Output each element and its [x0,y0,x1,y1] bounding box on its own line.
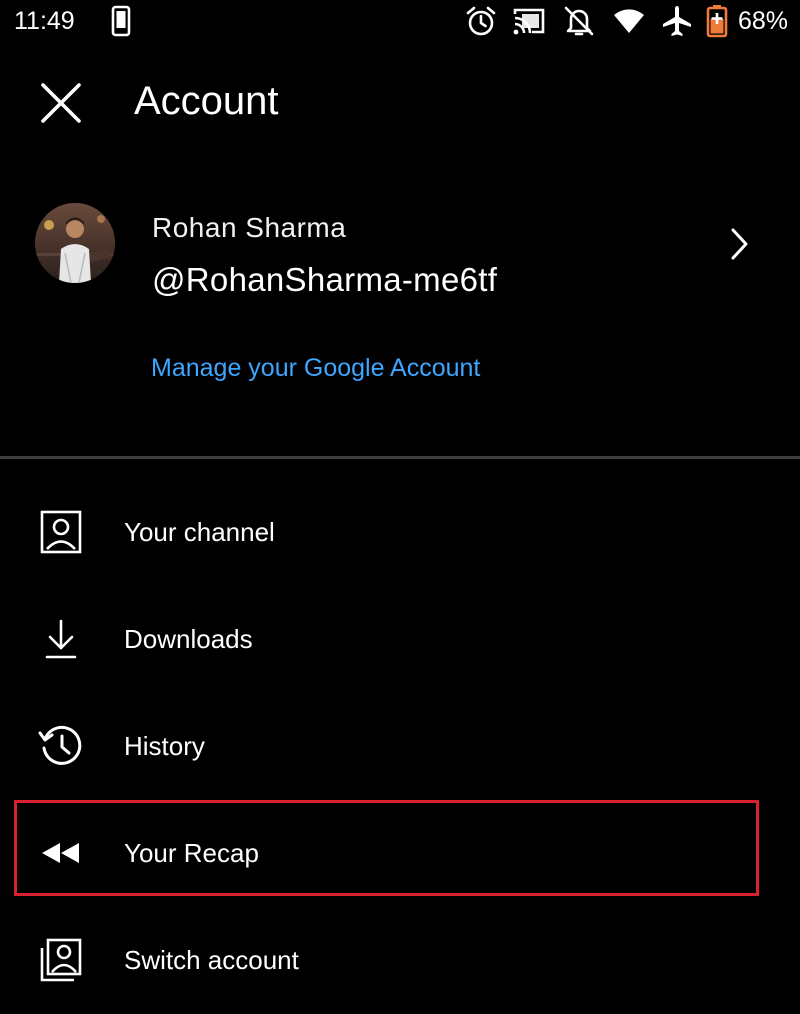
avatar-photo [35,203,115,283]
menu-item-label: History [124,731,205,761]
profile-handle: @RohanSharma-me6tf [152,261,498,298]
account-box-icon [40,510,82,554]
chevron-right-icon [731,228,748,260]
profile-row[interactable]: Rohan Sharma @RohanSharma-me6tf [0,180,800,310]
history-icon [38,725,82,765]
notifications-off-icon [564,6,594,36]
battery-charging-icon [706,5,728,38]
menu-item-switch-account[interactable]: Switch account [0,907,800,1014]
airplane-mode-icon [663,6,691,36]
profile-name: Rohan Sharma [152,212,347,243]
alarm-icon [466,6,496,36]
cast-icon [513,8,545,35]
manage-google-account-link[interactable]: Manage your Google Account [151,351,480,385]
download-icon [45,619,77,659]
menu-item-label: Switch account [124,945,299,975]
status-bar: 11:49 68% [0,0,800,44]
menu-item-your-channel[interactable]: Your channel [0,479,800,586]
menu-item-label: Your channel [124,517,275,547]
wifi-icon [614,9,644,33]
menu-item-your-recap[interactable]: Your Recap [0,800,800,907]
status-time: 11:49 [14,7,75,35]
divider [0,456,800,459]
menu-item-label: Your Recap [124,838,259,868]
menu-item-downloads[interactable]: Downloads [0,586,800,693]
page-title: Account [134,79,279,123]
avatar[interactable] [35,203,115,283]
close-button[interactable] [36,78,86,128]
switch-account-icon [40,938,82,982]
phone-vibrate-icon [111,5,131,37]
battery-percent: 68% [738,7,789,35]
menu-item-history[interactable]: History [0,693,800,800]
menu-item-label: Downloads [124,624,253,654]
close-icon [41,83,81,123]
rewind-icon [42,843,79,863]
